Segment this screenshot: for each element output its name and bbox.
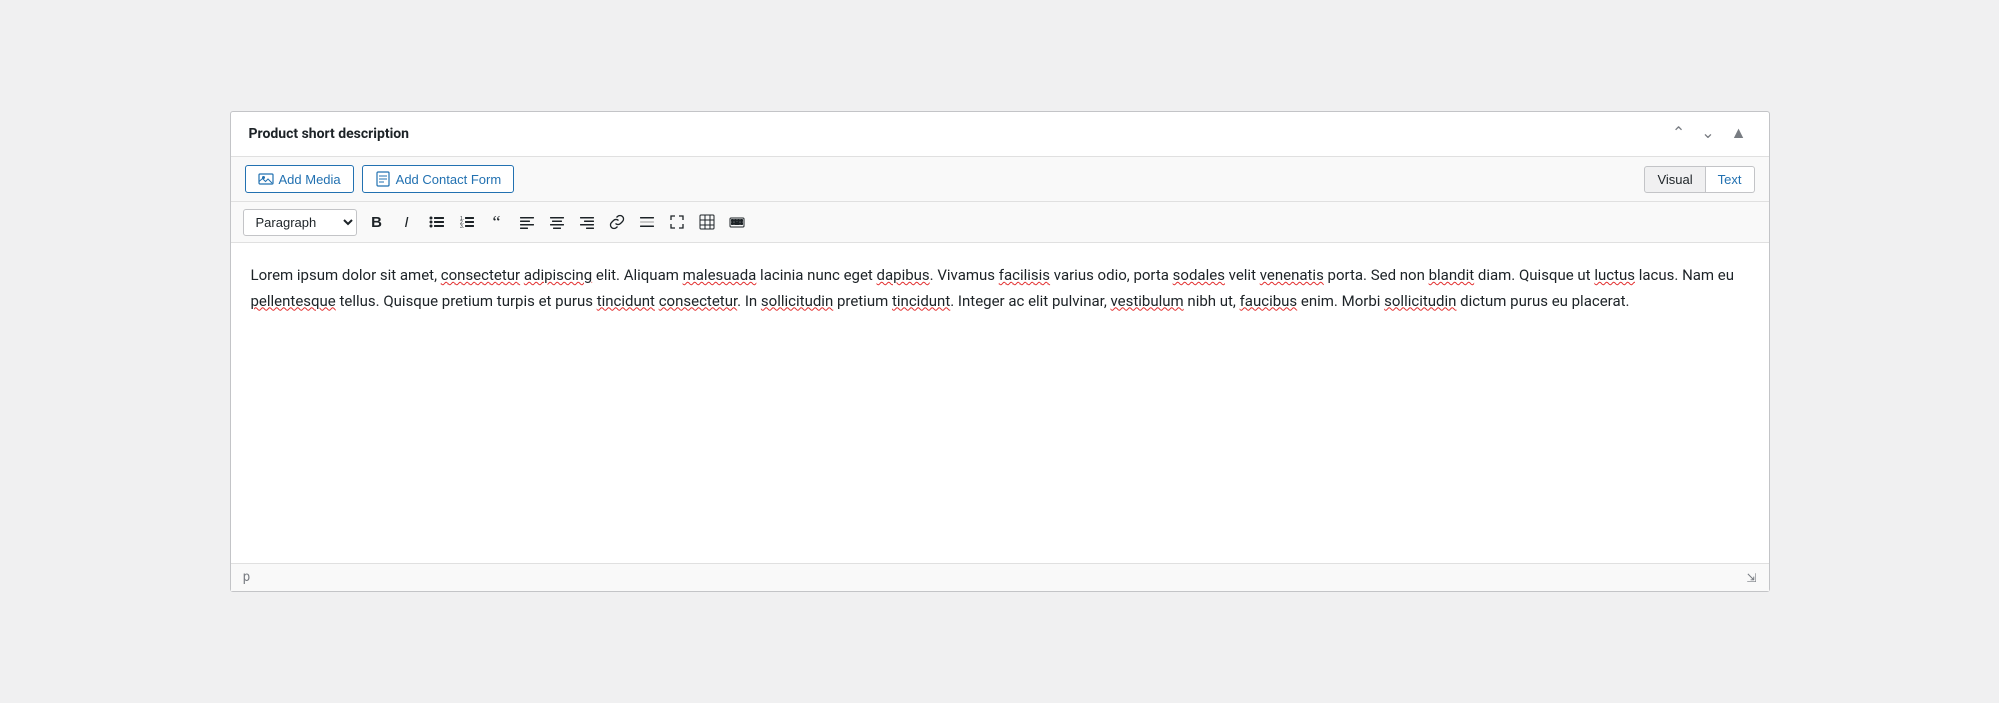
toolbar-row: Add Media Add Contact Form Visual Text [231, 157, 1769, 202]
align-center-button[interactable] [543, 208, 571, 236]
ordered-list-button[interactable]: 1. 2. 3. [453, 208, 481, 236]
editor-header: Product short description ⌃ ⌄ ▲ [231, 112, 1769, 157]
link-button[interactable] [603, 208, 631, 236]
paragraph-select[interactable]: Paragraph Heading 1 Heading 2 Heading 3 … [243, 209, 357, 236]
align-right-icon [579, 214, 595, 230]
keyboard-icon [729, 214, 745, 230]
header-controls: ⌃ ⌄ ▲ [1668, 124, 1751, 144]
table-button[interactable] [693, 208, 721, 236]
word-tincidunt2: tincidunt [892, 292, 950, 310]
move-down-button[interactable]: ⌄ [1697, 124, 1718, 144]
media-icon [258, 171, 274, 187]
ul-icon [429, 214, 445, 230]
word-dapibus: dapibus [877, 266, 930, 284]
format-toolbar: Paragraph Heading 1 Heading 2 Heading 3 … [231, 202, 1769, 243]
word-pellentesque: pellentesque [251, 292, 336, 310]
editor-container: Product short description ⌃ ⌄ ▲ Add Medi… [230, 111, 1770, 592]
align-left-icon [519, 214, 535, 230]
current-tag: p [243, 570, 251, 585]
editor-footer: p ⇲ [231, 563, 1769, 591]
ol-icon: 1. 2. 3. [459, 214, 475, 230]
tab-visual[interactable]: Visual [1644, 166, 1705, 193]
svg-text:3.: 3. [460, 224, 464, 230]
collapse-button[interactable]: ▲ [1727, 124, 1751, 144]
word-sodales: sodales [1173, 266, 1225, 284]
add-media-button[interactable]: Add Media [245, 165, 354, 193]
word-blandit: blandit [1429, 266, 1475, 284]
word-consectetur2: consectetur [659, 292, 737, 310]
resize-handle[interactable]: ⇲ [1746, 571, 1756, 585]
editor-title: Product short description [249, 126, 410, 142]
bold-button[interactable]: B [363, 208, 391, 236]
toolbar-left: Add Media Add Contact Form [245, 165, 515, 193]
link-icon [609, 214, 625, 230]
word-tincidunt: tincidunt [597, 292, 655, 310]
table-icon [699, 214, 715, 230]
tab-text[interactable]: Text [1706, 166, 1755, 193]
add-contact-form-button[interactable]: Add Contact Form [362, 165, 515, 193]
contact-form-icon [375, 171, 391, 187]
horizontal-rule-button[interactable] [633, 208, 661, 236]
add-contact-form-label: Add Contact Form [396, 172, 502, 187]
hr-icon [639, 214, 655, 230]
view-tabs: Visual Text [1644, 166, 1754, 193]
add-media-label: Add Media [279, 172, 341, 187]
content-paragraph: Lorem ipsum dolor sit amet, consectetur … [251, 263, 1749, 314]
move-up-button[interactable]: ⌃ [1668, 124, 1689, 144]
word-faucibus: faucibus [1240, 292, 1298, 310]
fullscreen-button[interactable] [663, 208, 691, 236]
word-sollicitudin2: sollicitudin [1384, 292, 1456, 310]
word-vestibulum: vestibulum [1111, 292, 1184, 310]
italic-button[interactable]: I [393, 208, 421, 236]
blockquote-button[interactable]: “ [483, 208, 511, 236]
fullscreen-icon [669, 214, 685, 230]
unordered-list-button[interactable] [423, 208, 451, 236]
editor-content-area[interactable]: Lorem ipsum dolor sit amet, consectetur … [231, 243, 1769, 563]
word-facilisis: facilisis [999, 266, 1050, 284]
word-consectetur: consectetur [441, 266, 520, 284]
align-right-button[interactable] [573, 208, 601, 236]
word-malesuada: malesuada [683, 266, 757, 284]
word-venenatis: venenatis [1260, 266, 1324, 284]
align-left-button[interactable] [513, 208, 541, 236]
keyboard-shortcut-button[interactable] [723, 208, 751, 236]
word-adipiscing: adipiscing [524, 266, 592, 284]
word-luctus: luctus [1594, 266, 1635, 284]
align-center-icon [549, 214, 565, 230]
word-sollicitudin: sollicitudin [761, 292, 833, 310]
